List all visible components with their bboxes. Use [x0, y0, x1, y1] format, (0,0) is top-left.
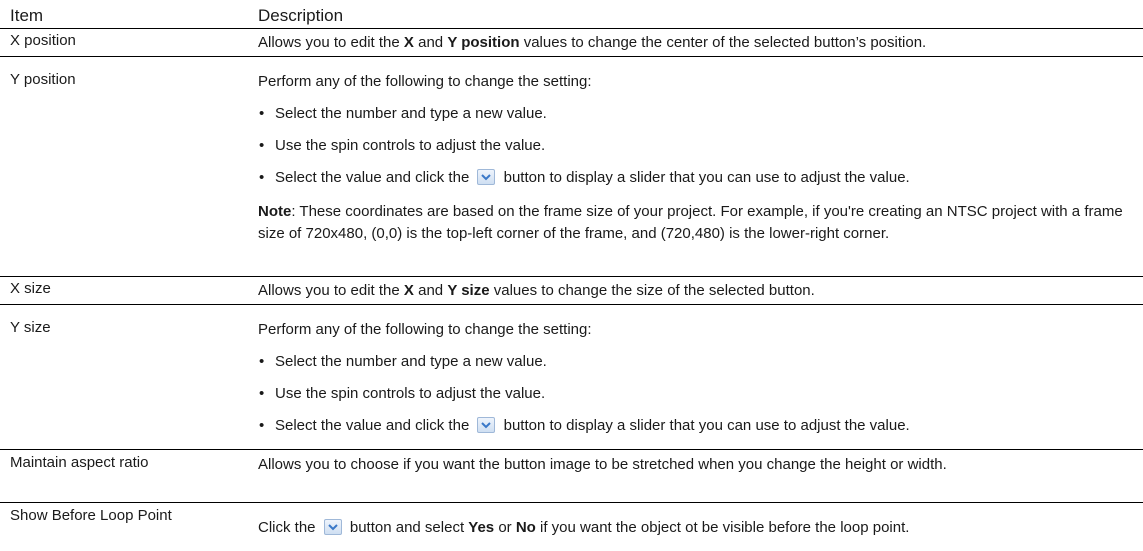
bullet-list: • Select the number and type a new value.… [258, 103, 1137, 199]
description: Perform any of the following to change t… [258, 319, 1137, 447]
table-row: Y size Perform any of the following to c… [0, 305, 1143, 450]
description: Allows you to edit the X and Y position … [258, 34, 927, 51]
list-item: • Select the number and type a new value. [259, 105, 547, 122]
list-item: • Use the spin controls to adjust the val… [259, 137, 546, 154]
description: Allows you to edit the X and Y size valu… [258, 282, 815, 299]
list-item: • Use the spin controls to adjust the val… [259, 385, 546, 402]
table-row: X position Allows you to edit the X and … [0, 29, 1143, 57]
table-row: Y position Perform any of the following … [0, 57, 1143, 277]
table-row: Maintain aspect ratio Allows you to choo… [0, 450, 1143, 503]
list-item: • Select the value and click the button t… [259, 417, 910, 434]
table-header: Item Description [0, 0, 1143, 29]
list-item: • Select the number and type a new value. [259, 353, 547, 370]
header-description: Description [258, 6, 344, 25]
chevron-down-icon [477, 169, 496, 185]
chevron-down-icon [477, 417, 496, 433]
description: Allows you to choose if you want the but… [258, 456, 947, 473]
header-item: Item [10, 6, 44, 25]
list-item: • Select the value and click the button t… [259, 169, 910, 186]
description: Click the button and select Yes or No if… [258, 519, 910, 536]
item-label: Y size [10, 319, 51, 336]
item-label: Maintain aspect ratio [10, 454, 149, 471]
item-label: X size [10, 280, 51, 297]
table-row: X size Allows you to edit the X and Y si… [0, 277, 1143, 305]
bullet-list: • Select the number and type a new value.… [258, 351, 1137, 447]
chevron-down-icon [323, 519, 342, 535]
item-label: Y position [10, 71, 76, 88]
description: Perform any of the following to change t… [258, 71, 1137, 245]
item-label: X position [10, 32, 76, 49]
table-row: Show Before Loop Point Click the button … [0, 503, 1143, 551]
item-label: Show Before Loop Point [10, 507, 172, 524]
note: Note: These coordinates are based on the… [258, 203, 1123, 242]
